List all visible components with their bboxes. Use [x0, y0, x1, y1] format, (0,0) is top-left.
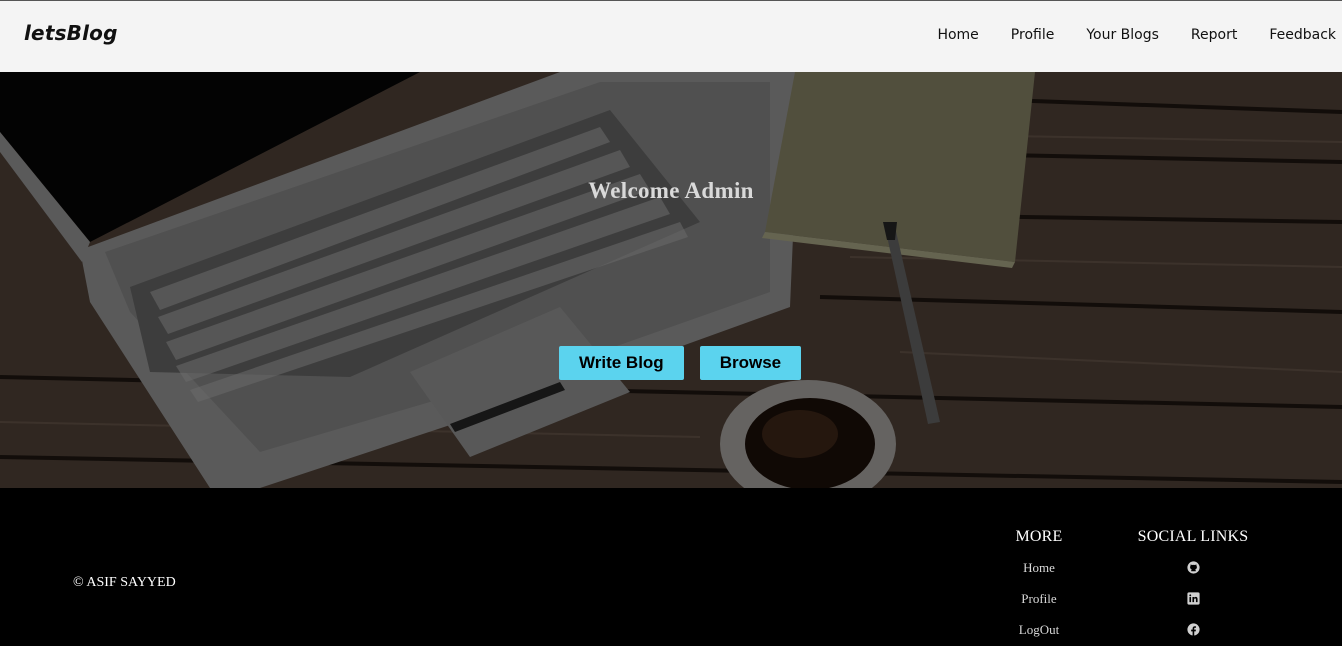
copyright-text: © ASIF SAYYED	[73, 575, 176, 590]
footer-more-heading: MORE	[1015, 528, 1063, 545]
hero-title: Welcome Admin	[588, 178, 754, 203]
nav-link-your-blogs[interactable]: Your Blogs	[1086, 27, 1159, 43]
footer: © ASIF SAYYED MORE Home Profile LogOut S…	[0, 488, 1342, 646]
nav-link-feedback[interactable]: Feedback	[1269, 27, 1336, 43]
hero-background-image	[0, 72, 1342, 488]
footer-more-column: MORE Home Profile LogOut	[998, 528, 1080, 646]
nav-link-report[interactable]: Report	[1191, 27, 1237, 43]
linkedin-icon[interactable]	[1128, 592, 1258, 623]
nav-links: Home Profile Your Blogs Report Feedback	[937, 27, 1342, 43]
navbar: letsBlog Home Profile Your Blogs Report …	[0, 0, 1342, 72]
footer-link-profile[interactable]: Profile	[998, 592, 1080, 623]
nav-link-profile[interactable]: Profile	[1011, 27, 1055, 43]
hero-section: Welcome Admin Write Blog Browse	[0, 72, 1342, 488]
browse-button[interactable]: Browse	[699, 346, 802, 380]
footer-link-logout[interactable]: LogOut	[998, 623, 1080, 646]
facebook-icon[interactable]	[1128, 623, 1258, 646]
nav-link-home[interactable]: Home	[937, 27, 978, 43]
footer-social-heading: SOCIAL LINKS	[1137, 528, 1249, 545]
github-icon[interactable]	[1128, 561, 1258, 592]
footer-social-column: SOCIAL LINKS	[1128, 528, 1258, 646]
footer-link-home[interactable]: Home	[998, 561, 1080, 592]
hero-buttons: Write Blog Browse	[559, 346, 802, 380]
brand-logo[interactable]: letsBlog	[24, 21, 118, 45]
write-blog-button[interactable]: Write Blog	[559, 346, 684, 380]
